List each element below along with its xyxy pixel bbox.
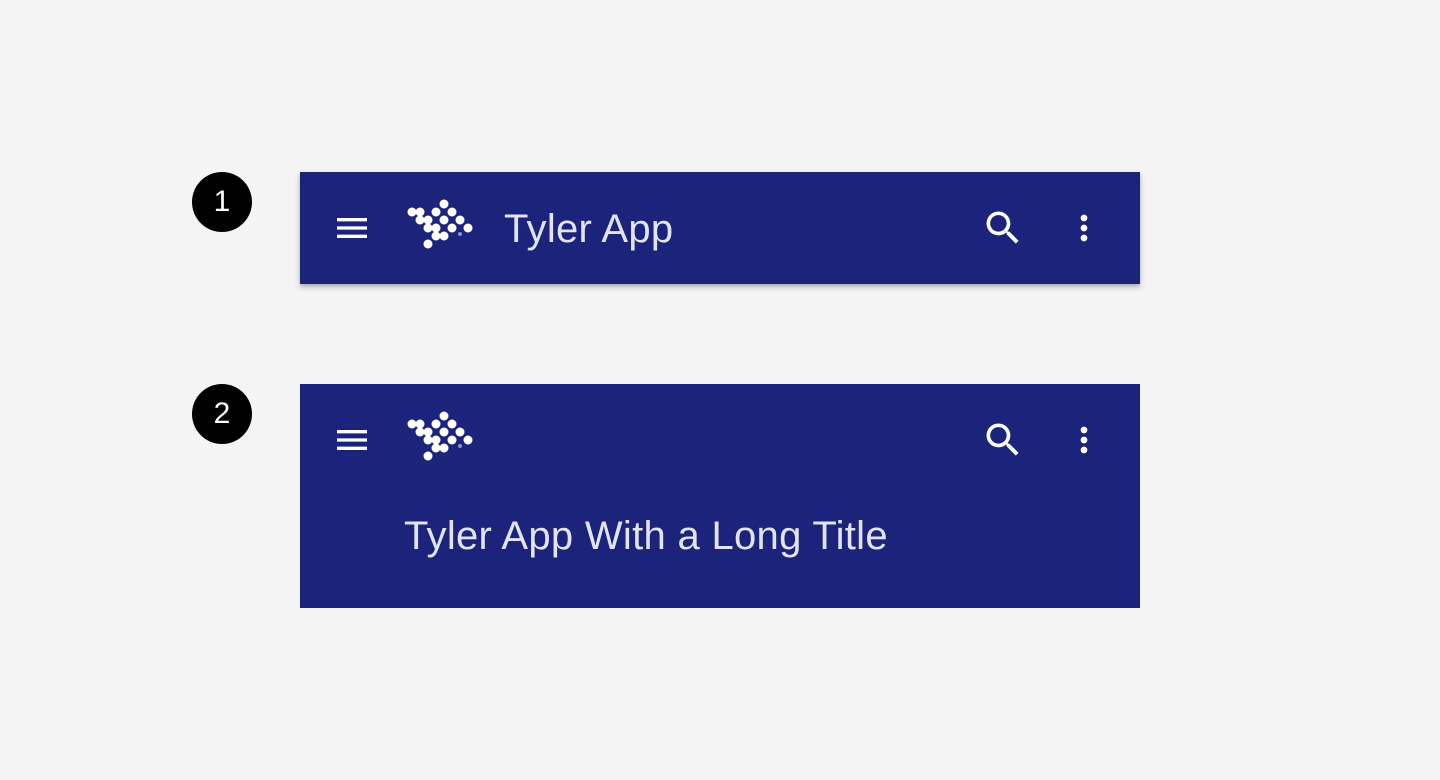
search-icon bbox=[986, 423, 1019, 456]
example-marker-2: 2 bbox=[192, 384, 252, 444]
menu-icon bbox=[337, 218, 367, 238]
example-marker-1: 1 bbox=[192, 172, 252, 232]
search-button[interactable] bbox=[975, 200, 1031, 256]
tyler-logo-icon bbox=[407, 199, 473, 249]
menu-button[interactable] bbox=[324, 200, 380, 256]
more-options-button[interactable] bbox=[1056, 412, 1112, 468]
app-bar-extended: Tyler App With a Long Title bbox=[300, 384, 1140, 608]
more-vert-icon bbox=[1080, 214, 1088, 242]
search-icon bbox=[986, 211, 1019, 244]
app-bar-standard: Tyler App bbox=[300, 172, 1140, 284]
tyler-logo-icon bbox=[407, 411, 473, 461]
more-options-button[interactable] bbox=[1056, 200, 1112, 256]
menu-icon bbox=[337, 430, 367, 450]
menu-button[interactable] bbox=[324, 412, 380, 468]
app-title: Tyler App bbox=[504, 207, 674, 251]
search-button[interactable] bbox=[975, 412, 1031, 468]
more-vert-icon bbox=[1080, 426, 1088, 454]
app-title-long: Tyler App With a Long Title bbox=[404, 514, 888, 558]
